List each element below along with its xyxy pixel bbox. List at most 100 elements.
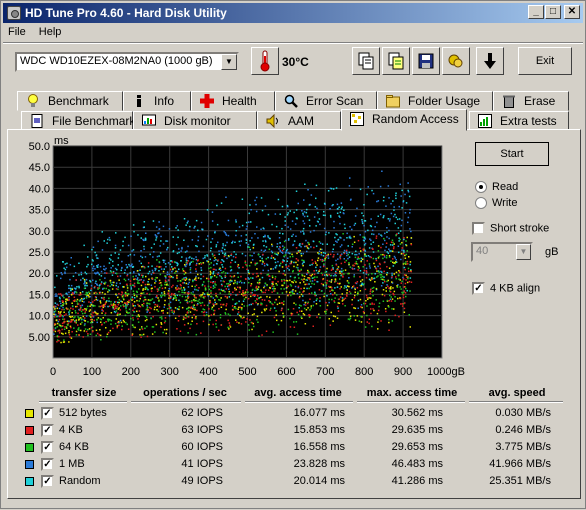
data-point bbox=[195, 270, 197, 273]
data-point bbox=[370, 225, 373, 228]
series-checkbox[interactable]: ✓ bbox=[41, 475, 54, 488]
data-point bbox=[106, 242, 108, 244]
data-point bbox=[249, 240, 251, 242]
data-point bbox=[303, 281, 305, 283]
data-point bbox=[102, 310, 104, 312]
data-point bbox=[356, 293, 359, 296]
data-point bbox=[261, 334, 263, 336]
data-point bbox=[191, 239, 194, 241]
data-point bbox=[73, 296, 76, 298]
data-point bbox=[372, 257, 375, 260]
data-point bbox=[81, 312, 84, 315]
data-point bbox=[119, 282, 121, 285]
short-stroke-checkbox[interactable]: Short stroke bbox=[472, 222, 549, 235]
data-point bbox=[387, 185, 390, 187]
data-point bbox=[383, 237, 385, 240]
data-point bbox=[361, 222, 364, 225]
data-point bbox=[220, 306, 223, 308]
series-checkbox[interactable]: ✓ bbox=[41, 458, 54, 471]
data-point bbox=[244, 254, 247, 257]
data-point bbox=[121, 301, 123, 303]
align-checkbox[interactable]: ✓ 4 KB align bbox=[472, 282, 540, 295]
data-point bbox=[63, 341, 66, 343]
data-point bbox=[59, 315, 62, 317]
data-point bbox=[123, 278, 126, 280]
data-point bbox=[57, 304, 60, 306]
data-point bbox=[309, 298, 311, 300]
series-checkbox[interactable]: ✓ bbox=[41, 441, 54, 454]
read-radio-indicator[interactable] bbox=[475, 181, 487, 194]
data-point bbox=[289, 256, 291, 258]
data-point bbox=[207, 278, 210, 280]
data-point bbox=[162, 331, 164, 334]
x-tick-label: 100 bbox=[83, 366, 101, 378]
data-point bbox=[405, 253, 408, 256]
data-point bbox=[106, 333, 109, 335]
data-point bbox=[251, 259, 254, 261]
data-point bbox=[168, 279, 170, 281]
data-point bbox=[395, 216, 397, 219]
data-point bbox=[143, 245, 145, 248]
data-point bbox=[84, 311, 87, 313]
data-point bbox=[240, 316, 242, 319]
data-point bbox=[387, 218, 390, 220]
data-point bbox=[392, 292, 394, 295]
data-point bbox=[404, 302, 406, 304]
data-point bbox=[377, 257, 380, 259]
short-stroke-select[interactable]: 40 ▼ bbox=[471, 242, 533, 262]
data-point bbox=[134, 278, 136, 280]
data-point bbox=[240, 275, 242, 278]
data-point bbox=[178, 299, 180, 302]
data-point bbox=[178, 315, 180, 317]
data-point bbox=[154, 282, 156, 284]
data-point bbox=[163, 259, 166, 262]
data-point bbox=[363, 283, 365, 285]
data-point bbox=[374, 273, 376, 275]
data-point bbox=[256, 262, 259, 264]
start-button[interactable]: Start bbox=[475, 142, 549, 166]
short-stroke-check[interactable] bbox=[472, 222, 485, 235]
data-point bbox=[398, 278, 400, 280]
data-point bbox=[371, 229, 374, 232]
series-checkbox[interactable]: ✓ bbox=[41, 424, 54, 437]
data-point bbox=[368, 263, 371, 265]
data-point bbox=[105, 301, 107, 303]
tab-random-access[interactable]: Random Access bbox=[341, 109, 467, 131]
write-radio[interactable]: Write bbox=[475, 197, 517, 210]
align-check[interactable]: ✓ bbox=[472, 282, 485, 295]
data-point bbox=[113, 310, 116, 313]
data-point bbox=[333, 254, 335, 256]
data-point bbox=[186, 302, 189, 304]
chevron-down-icon[interactable]: ▼ bbox=[516, 244, 531, 260]
data-point bbox=[117, 275, 119, 278]
data-point bbox=[61, 308, 63, 311]
data-point bbox=[162, 294, 164, 296]
data-point bbox=[217, 272, 220, 274]
data-point bbox=[200, 332, 202, 334]
data-point bbox=[347, 285, 349, 287]
data-point bbox=[303, 222, 306, 225]
data-point bbox=[283, 300, 285, 303]
write-radio-indicator[interactable] bbox=[475, 197, 487, 210]
data-point bbox=[197, 235, 200, 238]
data-point bbox=[353, 275, 355, 278]
data-point bbox=[317, 272, 319, 274]
data-point bbox=[265, 330, 268, 332]
data-point bbox=[357, 256, 359, 258]
data-point bbox=[268, 248, 271, 251]
data-point bbox=[153, 301, 155, 304]
data-point bbox=[120, 305, 122, 307]
data-point bbox=[366, 193, 368, 196]
data-point bbox=[293, 276, 296, 279]
data-point bbox=[277, 323, 280, 326]
read-radio[interactable]: Read bbox=[475, 181, 518, 194]
data-point bbox=[288, 269, 290, 271]
data-point bbox=[190, 292, 192, 294]
data-point bbox=[351, 228, 353, 231]
data-point bbox=[262, 291, 264, 294]
data-point bbox=[63, 303, 65, 305]
series-checkbox[interactable]: ✓ bbox=[41, 407, 54, 420]
data-point bbox=[238, 291, 241, 293]
header-transfer-size: transfer size bbox=[51, 387, 117, 399]
data-point bbox=[319, 242, 322, 244]
